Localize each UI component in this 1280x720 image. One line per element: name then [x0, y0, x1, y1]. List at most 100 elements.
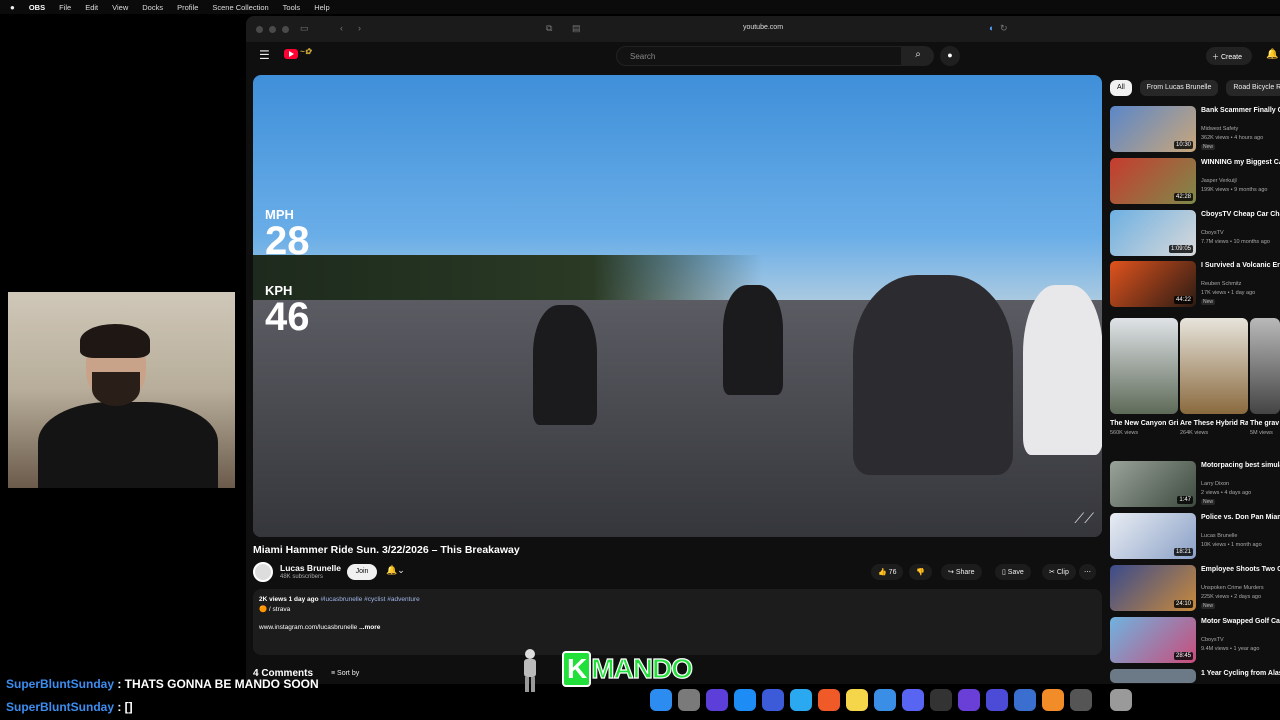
- finder-icon[interactable]: [650, 689, 672, 711]
- obs-icon[interactable]: [930, 689, 952, 711]
- vlc-icon[interactable]: [1042, 689, 1064, 711]
- recommendation-item[interactable]: 24:10 Employee Shoots Two Coworkers on T…: [1110, 565, 1280, 613]
- description-box[interactable]: 2K views 1 day ago #lucasbrunelle #cycli…: [253, 589, 1102, 655]
- thumbs-down-icon: 👎: [916, 569, 925, 576]
- channel-avatar[interactable]: [253, 562, 273, 582]
- menu-profile[interactable]: Profile: [177, 3, 198, 12]
- recommendation-meta: 10K views • 1 month ago: [1201, 542, 1262, 548]
- join-button[interactable]: Join: [347, 564, 377, 580]
- short-item[interactable]: Are These Hybrid Rac... 264K views: [1180, 318, 1248, 436]
- video-thumbnail[interactable]: 18:21: [1110, 513, 1196, 559]
- recommendation-item[interactable]: 28:45 Motor Swapped Golf Cart (Reckless …: [1110, 617, 1280, 665]
- recommendation-title[interactable]: Motor Swapped Golf Cart (Reckless Golfin…: [1201, 617, 1280, 626]
- audio-icon[interactable]: ◖: [988, 23, 993, 33]
- address-bar[interactable]: youtube.com: [246, 24, 1280, 31]
- video-thumbnail[interactable]: 1:09:05: [1110, 210, 1196, 256]
- launchpad-icon[interactable]: [986, 689, 1008, 711]
- more-link[interactable]: ...more: [357, 624, 380, 631]
- safari-icon[interactable]: [790, 689, 812, 711]
- more-actions-icon[interactable]: ⋯: [1079, 564, 1096, 580]
- description-link[interactable]: www.instagram.com/lucasbrunelle: [259, 624, 357, 631]
- activity-monitor-icon[interactable]: [1070, 689, 1092, 711]
- short-item[interactable]: The grav bike of t 5M views: [1250, 318, 1280, 436]
- recommendation-item[interactable]: 10:30 Bank Scammer Finally Gets What He …: [1110, 106, 1280, 154]
- menu-tools[interactable]: Tools: [283, 3, 301, 12]
- video-thumbnail[interactable]: 28:45: [1110, 617, 1196, 663]
- recommendation-item[interactable]: 1:09:05 CboysTV Cheap Car Challenge (Par…: [1110, 210, 1280, 258]
- video-player[interactable]: MPH 28 KPH 46 ⟋⟋: [253, 75, 1102, 537]
- discord-icon[interactable]: [902, 689, 924, 711]
- youtube-doodle-icon[interactable]: ~✿: [300, 47, 311, 56]
- search-icon[interactable]: ⌕: [902, 46, 934, 66]
- save-button[interactable]: ▯ Save: [995, 564, 1031, 580]
- recommendation-title[interactable]: WINNING my Biggest CASH Prize On My CHEA…: [1201, 158, 1280, 167]
- video-thumbnail[interactable]: 44:22: [1110, 261, 1196, 307]
- video-thumbnail[interactable]: 1:47: [1110, 461, 1196, 507]
- notifications-icon[interactable]: 🔔: [1266, 49, 1278, 60]
- recommendation-title[interactable]: Motorpacing best simulates racing in a c…: [1201, 461, 1280, 470]
- sort-button[interactable]: ≡ Sort by: [331, 670, 359, 677]
- apple-menu-icon[interactable]: ●: [10, 3, 15, 12]
- video-thumbnail[interactable]: 24:10: [1110, 565, 1196, 611]
- channel-name[interactable]: Lucas Brunelle: [280, 563, 341, 573]
- subscribe-bell-icon[interactable]: 🔔⌄: [386, 565, 405, 576]
- recommendation-item[interactable]: 1:47 Motorpacing best simulates racing i…: [1110, 461, 1280, 509]
- video-thumbnail[interactable]: 10:30: [1110, 106, 1196, 152]
- chip-all[interactable]: All: [1110, 80, 1132, 96]
- thumbs-up-icon: 👍: [878, 569, 889, 576]
- short-title[interactable]: The grav bike of t: [1250, 419, 1280, 428]
- short-thumbnail[interactable]: [1180, 318, 1248, 414]
- hashtags[interactable]: #lucasbrunelle #cyclist #adventure: [320, 596, 419, 603]
- system-settings-icon[interactable]: [678, 689, 700, 711]
- menu-icon[interactable]: ☰: [259, 48, 270, 62]
- clip-button[interactable]: ✂ Clip: [1042, 564, 1076, 580]
- screen-sharing-icon[interactable]: [1014, 689, 1036, 711]
- menu-view[interactable]: View: [112, 3, 128, 12]
- recommendation-title[interactable]: I Survived a Volcanic Eruption: [1201, 261, 1280, 270]
- like-button[interactable]: 👍 76: [871, 564, 904, 580]
- create-button[interactable]: ＋ Create: [1206, 47, 1252, 65]
- menu-file[interactable]: File: [59, 3, 71, 12]
- menu-help[interactable]: Help: [314, 3, 329, 12]
- video-thumbnail[interactable]: [1110, 669, 1196, 683]
- proton-vpn-icon[interactable]: [706, 689, 728, 711]
- new-badge: New: [1201, 499, 1216, 505]
- short-thumbnail[interactable]: [1110, 318, 1178, 414]
- recommendation-title[interactable]: CboysTV Cheap Car Challenge (Part 1): [1201, 210, 1280, 219]
- reload-icon[interactable]: ↻: [1000, 23, 1008, 34]
- youtube-logo-icon[interactable]: [284, 49, 298, 59]
- menu-docks[interactable]: Docks: [142, 3, 163, 12]
- chip-from-channel[interactable]: From Lucas Brunelle: [1139, 80, 1219, 96]
- short-title[interactable]: Are These Hybrid Rac...: [1180, 419, 1248, 428]
- short-item[interactable]: The New Canyon Gri... 560K views: [1110, 318, 1178, 436]
- new-badge: New: [1201, 144, 1216, 150]
- webcam-person-body: [38, 402, 218, 488]
- recommendation-title[interactable]: 1 Year Cycling from Alaska: [1201, 669, 1280, 678]
- arc-browser-icon[interactable]: [762, 689, 784, 711]
- brave-icon[interactable]: [818, 689, 840, 711]
- app-store-icon[interactable]: [734, 689, 756, 711]
- short-title[interactable]: The New Canyon Gri...: [1110, 419, 1178, 428]
- dislike-button[interactable]: 👎: [909, 564, 932, 580]
- share-button[interactable]: ↪ Share: [941, 564, 982, 580]
- menu-app-obs[interactable]: OBS: [29, 3, 45, 12]
- video-thumbnail[interactable]: 42:28: [1110, 158, 1196, 204]
- recommendation-item[interactable]: 18:21 Police vs. Don Pan Miami Hammer Ri…: [1110, 513, 1280, 561]
- iew-app-icon[interactable]: [958, 689, 980, 711]
- new-badge: New: [1201, 299, 1216, 305]
- microphone-icon[interactable]: ●: [940, 46, 960, 66]
- search-input[interactable]: Search: [616, 46, 902, 66]
- recommendation-title[interactable]: Employee Shoots Two Coworkers on Thanksg…: [1201, 565, 1280, 574]
- chip-road-bicycle[interactable]: Road Bicycle Rac: [1226, 80, 1280, 96]
- menu-scene-collection[interactable]: Scene Collection: [212, 3, 268, 12]
- notes-icon[interactable]: [846, 689, 868, 711]
- short-thumbnail[interactable]: [1250, 318, 1280, 414]
- menu-edit[interactable]: Edit: [85, 3, 98, 12]
- recommendation-title[interactable]: Bank Scammer Finally Gets What He Deserv…: [1201, 106, 1280, 115]
- recommendation-title[interactable]: Police vs. Don Pan Miami Hammer Ride Sun…: [1201, 513, 1280, 522]
- mail-icon[interactable]: [874, 689, 896, 711]
- recommendation-item[interactable]: 1 Year Cycling from Alaska: [1110, 669, 1280, 684]
- trash-icon[interactable]: [1110, 689, 1132, 711]
- recommendation-item[interactable]: 42:28 WINNING my Biggest CASH Prize On M…: [1110, 158, 1280, 206]
- recommendation-item[interactable]: 44:22 I Survived a Volcanic Eruption Reu…: [1110, 261, 1280, 309]
